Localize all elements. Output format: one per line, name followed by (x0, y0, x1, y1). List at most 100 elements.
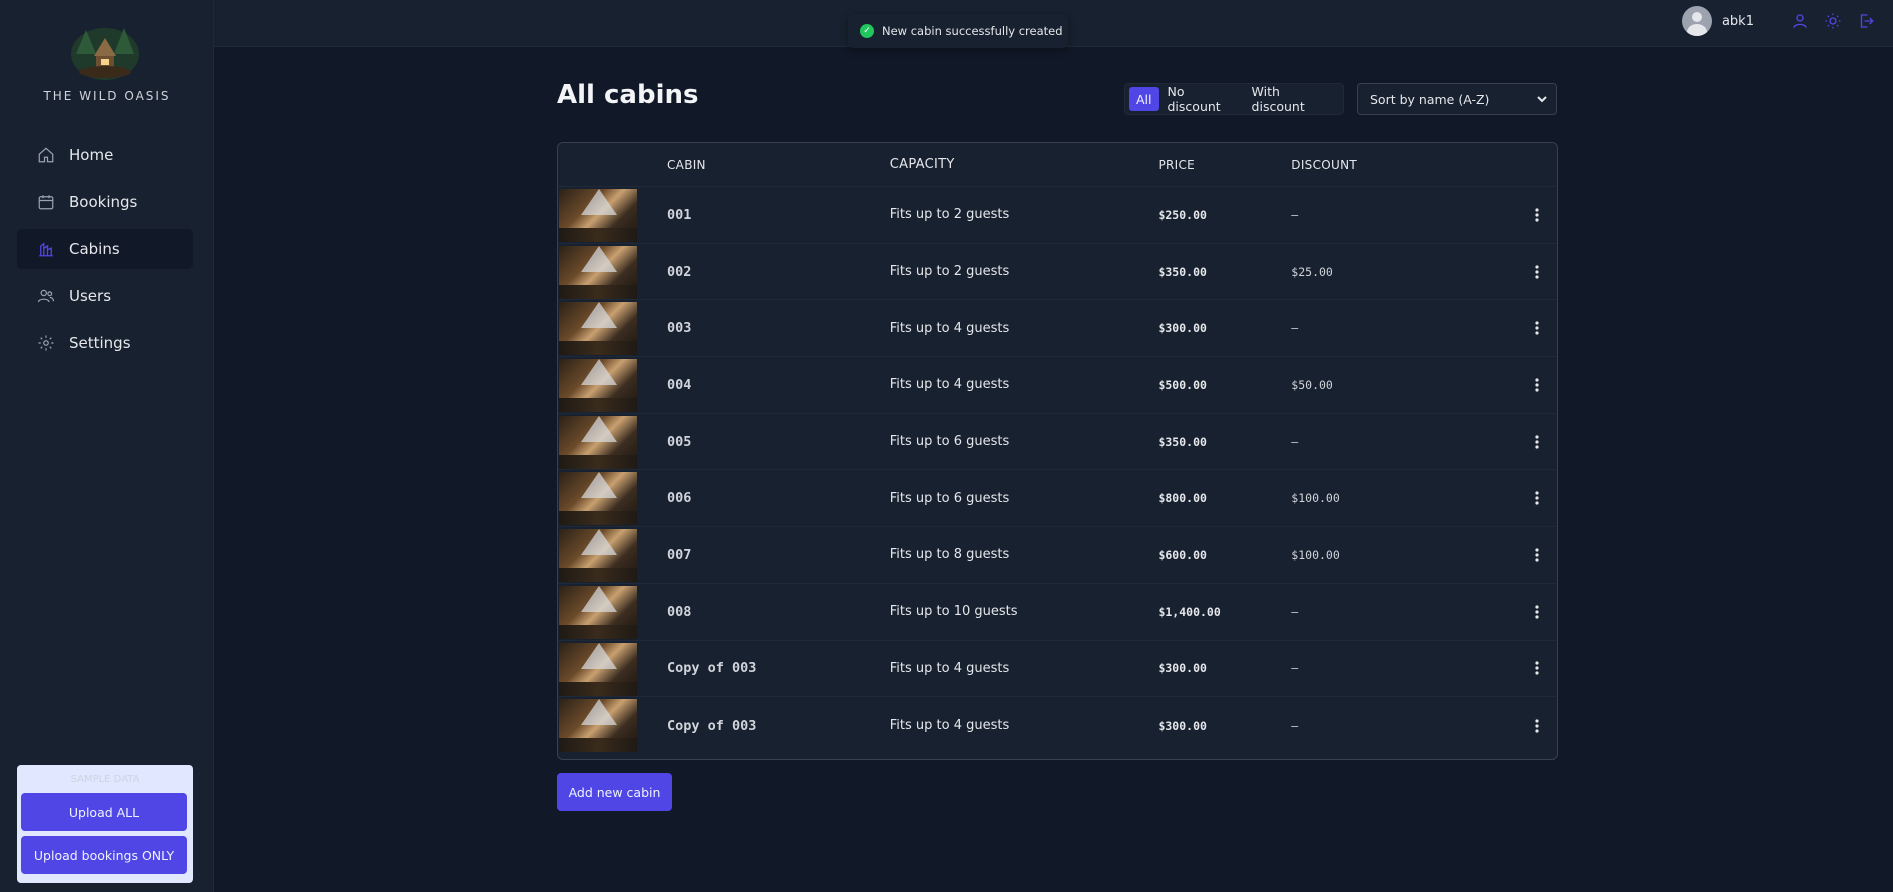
row-menu-button[interactable] (1517, 264, 1557, 280)
sidebar-nav: Home Bookings Cabins Users Settings (17, 135, 193, 370)
cabin-thumbnail (559, 302, 637, 356)
table-body: 001 Fits up to 2 guests $250.00 — 002 Fits up… (558, 187, 1557, 754)
cabin-discount: $25.00 (1291, 264, 1333, 279)
cabin-price: $600.00 (1158, 547, 1207, 562)
cabin-name: 004 (667, 376, 692, 393)
sidebar-item-users[interactable]: Users (17, 276, 193, 316)
filter-all-button[interactable]: All (1129, 87, 1159, 111)
calendar-icon (37, 193, 55, 211)
row-menu-button[interactable] (1517, 207, 1557, 223)
table-row: 008 Fits up to 10 guests $1,400.00 — (558, 584, 1557, 641)
cabin-name: Copy of 003 (667, 660, 757, 677)
users-icon (37, 287, 55, 305)
avatar (1681, 6, 1712, 36)
sort-select[interactable]: Sort by name (A-Z) (1357, 83, 1557, 115)
cabin-thumbnail (559, 189, 637, 242)
table-header: CABIN CAPACITY PRICE DISCOUNT (558, 143, 1557, 187)
filter-no-discount-button[interactable]: No discount (1161, 84, 1243, 114)
more-vertical-icon (1535, 718, 1539, 733)
row-menu-button[interactable] (1517, 434, 1557, 450)
header-image (558, 143, 667, 187)
table-row: 005 Fits up to 6 guests $350.00 — (558, 414, 1557, 471)
success-toast: ✓ New cabin successfully created (848, 14, 1068, 48)
cabin-image (558, 187, 667, 243)
sort-select-value: Sort by name (A-Z) (1370, 91, 1490, 107)
cabin-name: 001 (667, 206, 692, 223)
cabin-capacity: Fits up to 6 guests (889, 490, 1010, 506)
cabin-discount: — (1291, 207, 1299, 222)
cabin-discount: — (1291, 434, 1299, 449)
sidebar-item-label: Bookings (69, 193, 138, 211)
cabin-thumbnail (559, 359, 637, 413)
row-menu-button[interactable] (1517, 320, 1557, 336)
cabin-image (558, 641, 667, 697)
logout-icon[interactable] (1857, 12, 1875, 30)
cabin-image (558, 527, 667, 583)
cabin-image (558, 357, 667, 413)
cabin-image (558, 584, 667, 640)
more-vertical-icon (1535, 321, 1539, 335)
sidebar-item-label: Settings (69, 334, 131, 352)
more-vertical-icon (1535, 491, 1539, 505)
more-vertical-icon (1535, 208, 1539, 222)
cabin-name: 005 (667, 433, 692, 450)
more-vertical-icon (1535, 434, 1539, 449)
row-menu-button[interactable] (1517, 604, 1557, 620)
table-row: Copy of 003 Fits up to 4 guests $300.00 — (558, 697, 1557, 754)
toast-message: New cabin successfully created (882, 24, 1063, 38)
cabin-capacity: Fits up to 4 guests (889, 718, 1010, 734)
page-title: All cabins (557, 80, 699, 110)
user-icon[interactable] (1791, 12, 1809, 30)
sidebar-item-settings[interactable]: Settings (17, 323, 193, 363)
cabin-capacity: Fits up to 10 guests (889, 604, 1018, 620)
add-cabin-button[interactable]: Add new cabin (557, 773, 672, 811)
cabin-capacity: Fits up to 8 guests (889, 547, 1010, 563)
table-row: 001 Fits up to 2 guests $250.00 — (558, 187, 1557, 244)
more-vertical-icon (1535, 548, 1539, 562)
cabin-discount: — (1291, 321, 1299, 336)
more-vertical-icon (1535, 264, 1539, 279)
cabin-thumbnail (559, 472, 637, 526)
brand-name: THE WILD OASIS (43, 89, 171, 103)
cabin-capacity: Fits up to 4 guests (889, 377, 1010, 393)
sidebar-item-label: Cabins (69, 240, 120, 258)
table-row: 006 Fits up to 6 guests $800.00 $100.00 (558, 470, 1557, 528)
row-menu-button[interactable] (1517, 547, 1557, 563)
header-price: PRICE (1158, 157, 1196, 172)
table-row: Copy of 003 Fits up to 4 guests $300.00 — (558, 641, 1557, 698)
table-row: 007 Fits up to 8 guests $600.00 $100.00 (558, 527, 1557, 584)
filter-with-discount-button[interactable]: With discount (1245, 84, 1337, 114)
cabin-name: 002 (667, 263, 692, 280)
row-menu-button[interactable] (1517, 377, 1557, 393)
cabin-capacity: Fits up to 2 guests (889, 264, 1010, 280)
check-icon: ✓ (860, 24, 874, 38)
cabin-thumbnail (559, 642, 637, 696)
cabin-price: $800.00 (1158, 491, 1207, 506)
upload-bookings-button[interactable]: Upload bookings ONLY (21, 836, 187, 874)
upload-all-button[interactable]: Upload ALL (21, 793, 187, 831)
cabin-name: 008 (667, 603, 692, 620)
row-menu-button[interactable] (1517, 660, 1557, 676)
row-menu-button[interactable] (1517, 490, 1557, 506)
cabin-capacity: Fits up to 6 guests (889, 434, 1010, 450)
chevron-down-icon (1537, 96, 1547, 103)
cabin-discount: — (1291, 718, 1299, 733)
sidebar-item-home[interactable]: Home (17, 135, 193, 175)
cabin-price: $1,400.00 (1158, 604, 1221, 619)
sidebar-item-label: Users (69, 287, 112, 305)
cabin-capacity: Fits up to 2 guests (889, 207, 1010, 223)
cabin-discount: — (1291, 604, 1299, 619)
cabin-price: $500.00 (1158, 377, 1207, 392)
sun-icon[interactable] (1824, 12, 1842, 30)
cabin-thumbnail (559, 699, 637, 753)
cabins-table: CABIN CAPACITY PRICE DISCOUNT 001 Fits up… (557, 142, 1558, 760)
gear-icon (37, 334, 55, 352)
sidebar-item-cabins[interactable]: Cabins (17, 229, 193, 269)
cabin-price: $350.00 (1158, 264, 1207, 279)
sidebar-item-bookings[interactable]: Bookings (17, 182, 193, 222)
user-area: abk1 (1681, 6, 1875, 36)
cabin-image (558, 414, 667, 470)
row-menu-button[interactable] (1517, 718, 1557, 734)
user-name: abk1 (1721, 13, 1754, 29)
cabin-price: $350.00 (1158, 434, 1207, 449)
